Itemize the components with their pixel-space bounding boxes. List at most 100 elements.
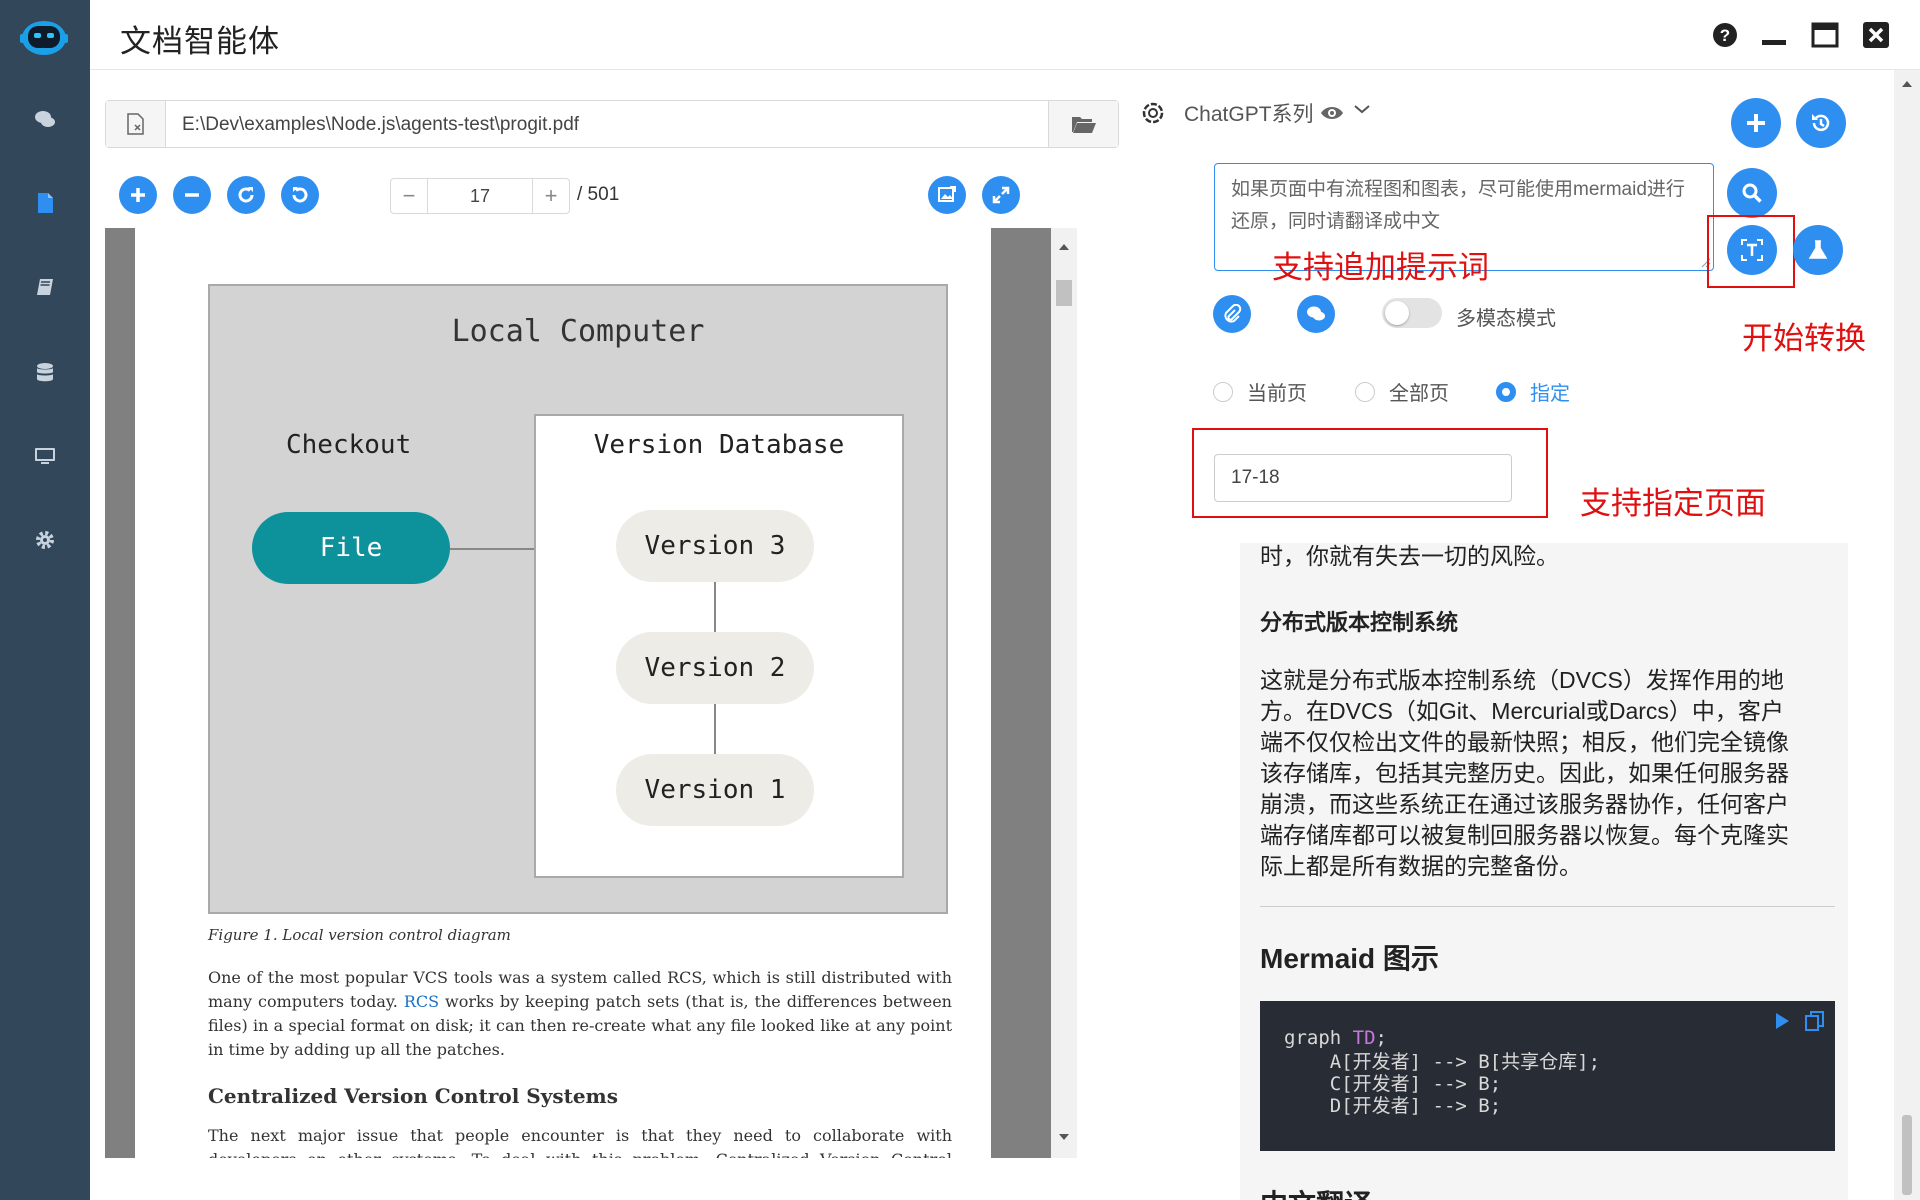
sidebar <box>0 0 90 1200</box>
file-path-input[interactable]: E:\Dev\examples\Node.js\agents-test\prog… <box>182 114 579 136</box>
gear-icon <box>36 531 54 549</box>
version-1-node: Version 1 <box>616 754 814 826</box>
multimodal-label: 多模态模式 <box>1456 308 1556 330</box>
pdf-page: Local Computer Checkout File Version Dat… <box>135 228 991 1158</box>
diagram-title: Local Computer <box>451 314 705 349</box>
result-paragraph: 这就是分布式版本控制系统（DVCS）发挥作用的地 方。在DVCS（如Git、Me… <box>1260 665 1830 882</box>
version-2-node: Version 2 <box>616 632 814 704</box>
annotation-prompt: 支持追加提示词 <box>1272 250 1489 285</box>
book-icon <box>37 279 53 295</box>
help-button[interactable]: ? <box>1708 18 1742 52</box>
pdf-paragraph-1: One of the most popular VCS tools was a … <box>208 966 952 1062</box>
radio-dot <box>1496 381 1516 402</box>
close-button[interactable] <box>1859 18 1893 52</box>
history-button[interactable] <box>1796 98 1846 148</box>
scroll-down-icon <box>1059 1134 1069 1140</box>
divider <box>1260 906 1835 907</box>
model-selector[interactable]: ChatGPT系列 <box>1140 98 1372 128</box>
radio-label: 当前页 <box>1247 383 1307 405</box>
code-keyword-td: TD <box>1352 1027 1376 1049</box>
pdf-scroll-thumb[interactable] <box>1056 280 1072 306</box>
app-title: 文档智能体 <box>120 24 280 59</box>
file-close-icon <box>126 113 144 135</box>
version-database-box: Version Database Version 3 Version 2 Ver… <box>534 414 904 878</box>
result-heading-translation: 中文翻译 <box>1260 1183 1372 1200</box>
history-icon <box>1812 114 1830 132</box>
version-3-node: Version 3 <box>616 510 814 582</box>
paragraph-line: 端存储库都可以被复制回服务器以恢复。每个克隆实 <box>1260 822 1789 848</box>
annotation-convert: 开始转换 <box>1742 321 1866 356</box>
maximize-button[interactable] <box>1808 18 1842 52</box>
clear-file-button[interactable] <box>106 101 166 147</box>
image-export-icon <box>938 186 956 202</box>
current-page-input[interactable]: 17 <box>427 179 533 213</box>
nav-chat[interactable] <box>25 100 65 140</box>
rotate-right-icon <box>238 187 254 203</box>
attach-button[interactable] <box>1213 295 1251 333</box>
search-icon <box>1742 183 1762 203</box>
file-path-bar: E:\Dev\examples\Node.js\agents-test\prog… <box>105 100 1119 148</box>
result-text-line0: 时，你就有失去一切的风险。 <box>1260 543 1559 569</box>
help-icon: ? <box>1713 23 1737 47</box>
zoom-in-icon <box>131 188 145 202</box>
zoom-in-button[interactable] <box>119 176 157 214</box>
database-icon <box>37 363 53 382</box>
multimodal-toggle[interactable] <box>1382 298 1442 328</box>
next-page-button[interactable]: + <box>533 179 569 213</box>
folder-open-icon <box>1071 117 1096 133</box>
chevron-down-icon <box>1353 105 1370 114</box>
nav-settings[interactable] <box>25 520 65 560</box>
prev-page-button[interactable]: − <box>391 179 427 213</box>
page-stepper: − 17 + <box>390 178 570 214</box>
paragraph-line: 这就是分布式版本控制系统（DVCS）发挥作用的地 <box>1260 667 1784 693</box>
page-range-input[interactable]: 17-18 <box>1214 454 1512 502</box>
pdf-section-heading: Centralized Version Control Systems <box>208 1084 618 1108</box>
mermaid-code-block: graph TD; A[开发者] --> B[共享仓库]; C[开发者] -->… <box>1260 1001 1835 1151</box>
search-button[interactable] <box>1727 168 1777 218</box>
annotation-page-range: 支持指定页面 <box>1580 486 1766 521</box>
experiment-button[interactable] <box>1793 225 1843 275</box>
flask-icon <box>1808 240 1828 259</box>
zoom-out-icon <box>185 193 199 197</box>
radio-specified-pages[interactable]: 指定 <box>1496 377 1570 406</box>
comments-icon <box>1307 306 1325 321</box>
nav-book[interactable] <box>25 268 65 308</box>
code-keyword-graph: graph <box>1284 1027 1353 1049</box>
minimize-icon <box>1762 40 1786 45</box>
model-name: ChatGPT系列 <box>1184 103 1314 126</box>
nav-document[interactable] <box>25 183 65 223</box>
pdf-viewer[interactable]: Local Computer Checkout File Version Dat… <box>105 228 1077 1158</box>
paragraph-line: 崩溃，而这些系统正在通过该服务器协作，任何客户 <box>1260 791 1789 817</box>
nav-database[interactable] <box>25 353 65 393</box>
title-bar <box>90 0 1920 70</box>
zoom-out-button[interactable] <box>173 176 211 214</box>
code-line-1: graph TD; <box>1284 1027 1387 1049</box>
panel-scroll-thumb[interactable] <box>1902 1115 1912 1195</box>
panel-scrollbar[interactable] <box>1894 70 1920 1200</box>
comments-icon <box>35 111 55 127</box>
rotate-right-button[interactable] <box>227 176 265 214</box>
radio-current-page[interactable]: 当前页 <box>1213 377 1307 406</box>
pdf-paragraph-2: The next major issue that people encount… <box>208 1126 952 1158</box>
copy-icon[interactable] <box>1804 1010 1826 1032</box>
open-folder-button[interactable] <box>1048 101 1118 147</box>
chat-button[interactable] <box>1297 295 1335 333</box>
version-database-title: Version Database <box>593 430 845 460</box>
paragraph-line: 端不仅仅检出文件的最新快照；相反，他们完全镜像 <box>1260 729 1789 755</box>
result-panel[interactable]: 时，你就有失去一切的风险。 分布式版本控制系统 这就是分布式版本控制系统（DVC… <box>1240 543 1848 1200</box>
minimize-button[interactable] <box>1757 18 1791 52</box>
rcs-link[interactable]: RCS <box>404 992 439 1011</box>
new-session-button[interactable] <box>1731 98 1781 148</box>
nav-desktop[interactable] <box>25 436 65 476</box>
radio-dot <box>1213 381 1233 402</box>
figure-caption: Figure 1. Local version control diagram <box>208 926 511 944</box>
play-icon[interactable] <box>1772 1011 1792 1031</box>
export-image-button[interactable] <box>928 176 966 214</box>
local-computer-diagram: Local Computer Checkout File Version Dat… <box>208 284 948 914</box>
radio-all-pages[interactable]: 全部页 <box>1355 377 1449 406</box>
close-icon <box>1863 22 1889 48</box>
rotate-left-button[interactable] <box>281 176 319 214</box>
pdf-scrollbar[interactable] <box>1051 228 1077 1158</box>
fullscreen-button[interactable] <box>982 176 1020 214</box>
start-convert-button[interactable] <box>1727 225 1777 275</box>
